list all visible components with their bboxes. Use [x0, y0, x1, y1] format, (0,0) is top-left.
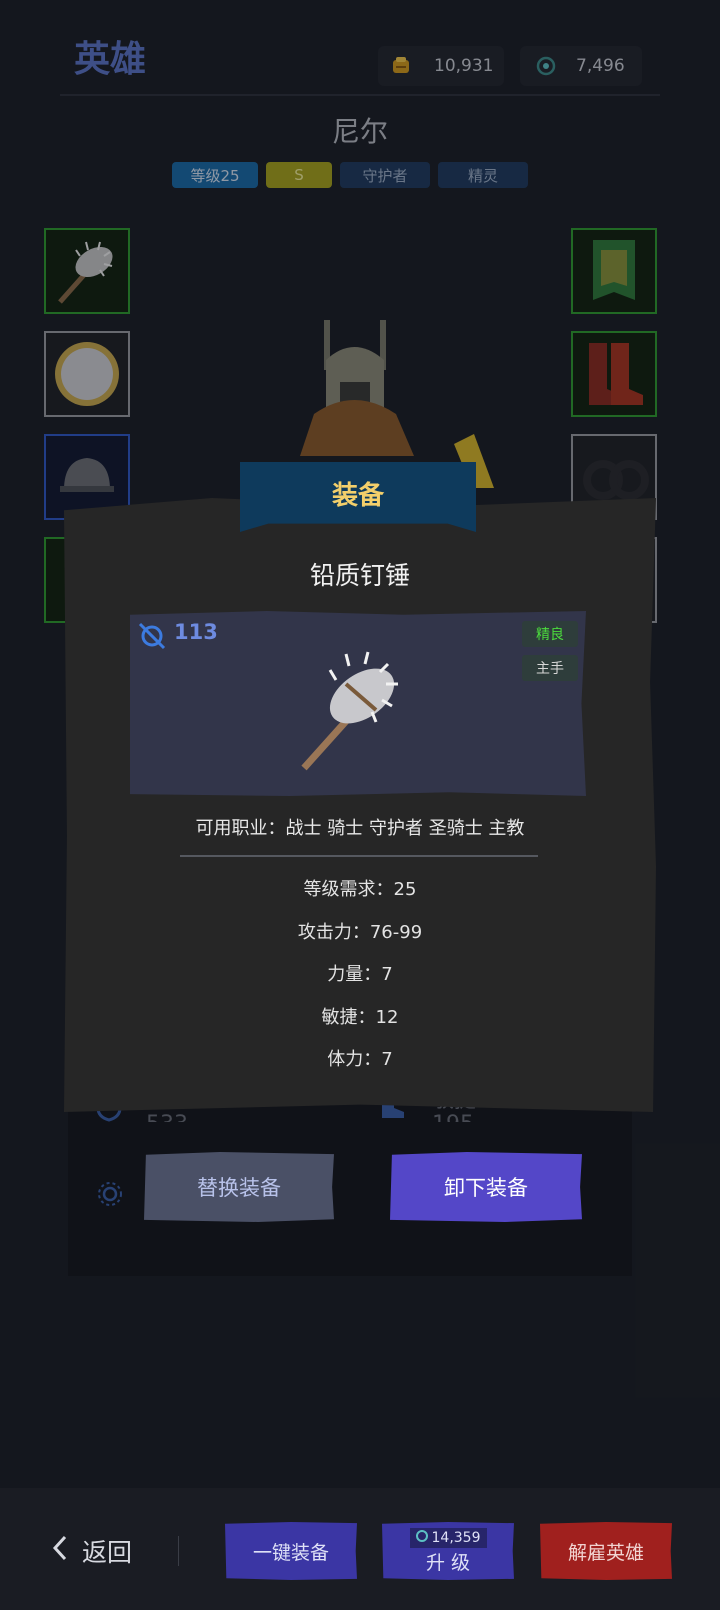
- back-label: 返回: [82, 1538, 133, 1567]
- stat-agility: 敏捷：12: [321, 1007, 399, 1028]
- dismiss-hero-label: 解雇英雄: [567, 1541, 644, 1564]
- stat-stamina: 体力：7: [327, 1049, 393, 1070]
- remove-equipment-button[interactable]: 卸下装备: [390, 1152, 582, 1222]
- equip-all-label: 一键装备: [252, 1541, 329, 1564]
- upgrade-cost: 14,359: [409, 1527, 487, 1548]
- dismiss-hero-button[interactable]: 解雇英雄: [540, 1522, 672, 1580]
- bottom-divider: [178, 1536, 179, 1566]
- back-button[interactable]: 返回: [52, 1533, 132, 1569]
- power-icon: [138, 622, 166, 654]
- replace-equipment-button[interactable]: 替换装备: [144, 1152, 334, 1222]
- gem-icon: [415, 1529, 428, 1547]
- back-chevron-icon: [52, 1535, 68, 1567]
- modal-header: 装备: [240, 462, 476, 532]
- stat-level-requirement: 等级需求：25: [303, 879, 417, 900]
- slot-tag: 主手: [522, 655, 578, 681]
- stat-strength: 力量：7: [327, 964, 393, 985]
- modal-title: 装备: [331, 480, 384, 511]
- upgrade-cost-value: 14,359: [431, 1529, 481, 1546]
- item-power: 113: [174, 620, 218, 644]
- equip-all-button[interactable]: 一键装备: [225, 1522, 357, 1580]
- item-mace-image: [301, 651, 398, 771]
- usable-classes: 可用职业：战士 骑士 守护者 圣骑士 主教: [195, 818, 525, 839]
- upgrade-label: 升 级: [425, 1551, 471, 1574]
- quality-tag: 精良: [522, 621, 578, 647]
- stats-divider: [180, 855, 538, 857]
- upgrade-button[interactable]: 14,359 升 级: [382, 1522, 514, 1580]
- stat-attack: 攻击力：76-99: [297, 922, 423, 943]
- item-name: 铅质钉锤: [309, 561, 410, 590]
